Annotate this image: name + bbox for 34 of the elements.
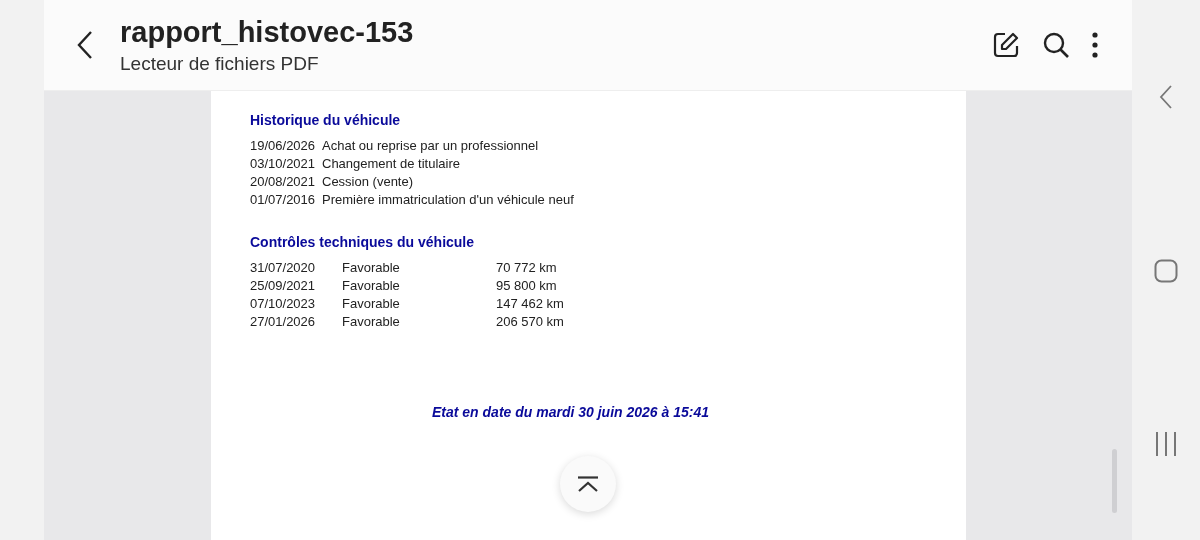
event-description: Cession (vente) [322,173,415,189]
inspection-result: Favorable [342,295,401,311]
app-subtitle: Lecteur de fichiers PDF [120,52,320,75]
event-date: 03/10/2021 [250,155,317,171]
edit-icon [992,31,1020,59]
event-description: Première immatriculation d'un véhicule neuf [322,191,575,207]
inspection-result: Favorable [342,313,401,329]
event-date: 19/06/2026 [250,137,317,153]
inspection-mileage: 147 462 km [496,295,565,311]
event-date: 20/08/2021 [250,173,317,189]
inspection-result: Favorable [342,259,401,275]
rounded-square-icon [1154,259,1178,283]
section-heading: Contrôles techniques du véhicule [250,234,476,250]
inspection-date: 07/10/2023 [250,295,317,311]
report-date: Etat en date du mardi 30 juin 2026 à 15:41 [431,404,710,420]
scroll-top-icon [577,476,599,492]
back-icon [1159,84,1173,111]
inspection-date: 31/07/2020 [250,259,317,275]
inspection-mileage: 206 570 km [496,313,565,329]
back-icon [76,30,94,60]
inspection-result: Favorable [342,277,401,293]
event-description: Achat ou reprise par un professionnel [322,137,540,153]
document-title: rapport_histovec-153 [120,15,415,49]
more-icon [1092,32,1098,58]
inspection-date: 27/01/2026 [250,313,317,329]
section-heading: Historique du véhicule [250,112,402,128]
search-icon [1042,31,1070,59]
inspection-mileage: 70 772 km [496,259,558,275]
inspection-mileage: 95 800 km [496,277,558,293]
recents-icon [1155,431,1177,456]
inspection-date: 25/09/2021 [250,277,317,293]
event-date: 01/07/2016 [250,191,317,207]
event-description: Changement de titulaire [322,155,462,171]
scrollbar-thumb[interactable] [1112,449,1117,513]
